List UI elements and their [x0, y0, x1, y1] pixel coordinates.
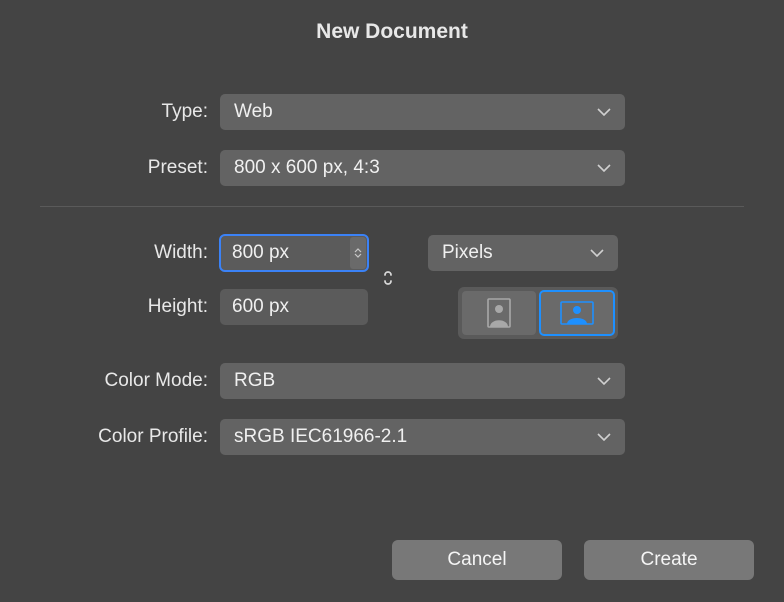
preset-label: Preset:: [40, 157, 220, 179]
dialog-title: New Document: [0, 0, 784, 54]
height-input[interactable]: 600 px: [220, 289, 368, 325]
chevron-down-icon: [597, 108, 611, 116]
width-stepper[interactable]: [350, 237, 366, 269]
units-dropdown[interactable]: Pixels: [428, 235, 618, 271]
chevron-down-icon: [597, 433, 611, 441]
chevron-down-icon: [597, 164, 611, 172]
color-mode-label: Color Mode:: [40, 370, 220, 392]
height-value: 600 px: [232, 296, 289, 318]
orientation-toggle: [458, 287, 618, 339]
color-profile-label: Color Profile:: [40, 426, 220, 448]
link-dimensions-icon[interactable]: [380, 264, 396, 297]
cancel-button[interactable]: Cancel: [392, 540, 562, 580]
height-label: Height:: [40, 296, 220, 318]
color-profile-value: sRGB IEC61966-2.1: [234, 426, 407, 448]
width-value: 800 px: [232, 242, 289, 264]
color-mode-value: RGB: [234, 370, 275, 392]
create-button[interactable]: Create: [584, 540, 754, 580]
section-divider: [40, 206, 744, 207]
orientation-portrait-button[interactable]: [462, 291, 536, 335]
preset-dropdown[interactable]: 800 x 600 px, 4:3: [220, 150, 625, 186]
chevron-down-icon: [590, 249, 604, 257]
type-value: Web: [234, 101, 273, 123]
color-profile-dropdown[interactable]: sRGB IEC61966-2.1: [220, 419, 625, 455]
chevron-down-icon: [597, 377, 611, 385]
orientation-landscape-button[interactable]: [540, 291, 614, 335]
width-input[interactable]: 800 px: [220, 235, 368, 271]
preset-value: 800 x 600 px, 4:3: [234, 157, 380, 179]
width-label: Width:: [40, 242, 220, 264]
type-label: Type:: [40, 101, 220, 123]
units-value: Pixels: [442, 242, 493, 264]
type-dropdown[interactable]: Web: [220, 94, 625, 130]
color-mode-dropdown[interactable]: RGB: [220, 363, 625, 399]
